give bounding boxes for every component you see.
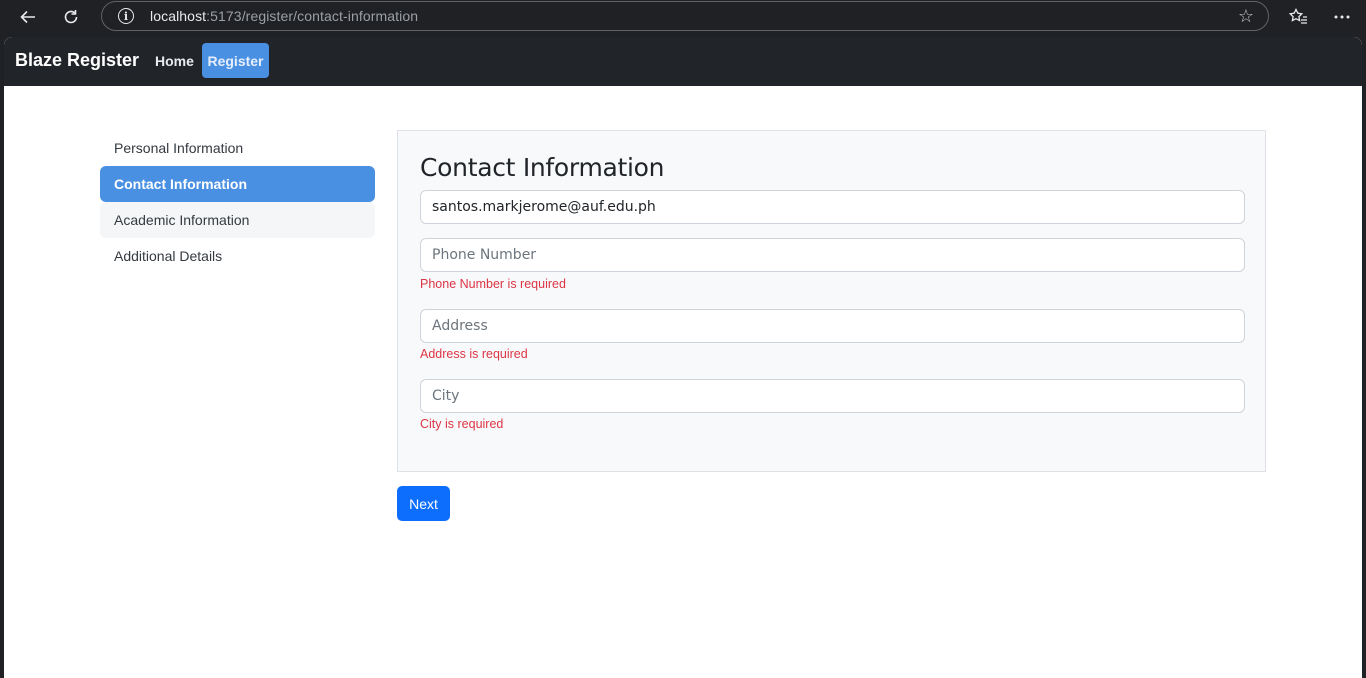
address-field[interactable]	[420, 309, 1245, 343]
next-button[interactable]: Next	[397, 486, 450, 521]
url-host: localhost	[150, 8, 207, 24]
city-field[interactable]	[420, 379, 1245, 413]
app-navbar: Blaze Register Home Register	[4, 37, 1362, 86]
address-error: Address is required	[420, 347, 528, 361]
email-field[interactable]	[420, 190, 1245, 224]
window-edge	[1362, 37, 1366, 678]
url-text: localhost:5173/register/contact-informat…	[150, 8, 418, 24]
nav-link-register[interactable]: Register	[202, 43, 269, 78]
url-path: :5173/register/contact-information	[206, 8, 419, 24]
back-icon[interactable]	[15, 4, 41, 30]
form-title: Contact Information	[420, 153, 665, 182]
contact-form-card: Contact Information Phone Number is requ…	[397, 130, 1266, 472]
sidebar-item-additional-details[interactable]: Additional Details	[100, 238, 375, 274]
page-viewport: Blaze Register Home Register Personal In…	[4, 37, 1362, 678]
nav-link-home[interactable]: Home	[148, 43, 201, 78]
phone-number-field[interactable]	[420, 238, 1245, 272]
favorites-icon[interactable]	[1286, 5, 1310, 29]
site-info-icon[interactable]: i	[118, 8, 134, 24]
more-menu-icon[interactable]	[1330, 5, 1354, 29]
browser-toolbar: i localhost:5173/register/contact-inform…	[0, 0, 1366, 34]
city-error: City is required	[420, 417, 504, 431]
star-icon[interactable]: ☆	[1238, 7, 1254, 25]
sidebar-item-personal-information[interactable]: Personal Information	[100, 130, 375, 166]
sidebar-item-academic-information[interactable]: Academic Information	[100, 202, 375, 238]
sidebar-item-contact-information[interactable]: Contact Information	[100, 166, 375, 202]
brand-logo[interactable]: Blaze Register	[15, 50, 139, 71]
phone-number-error: Phone Number is required	[420, 277, 566, 291]
registration-steps-sidebar: Personal Information Contact Information…	[100, 130, 375, 274]
reload-icon[interactable]	[58, 4, 84, 30]
address-bar[interactable]: i localhost:5173/register/contact-inform…	[101, 1, 1269, 31]
